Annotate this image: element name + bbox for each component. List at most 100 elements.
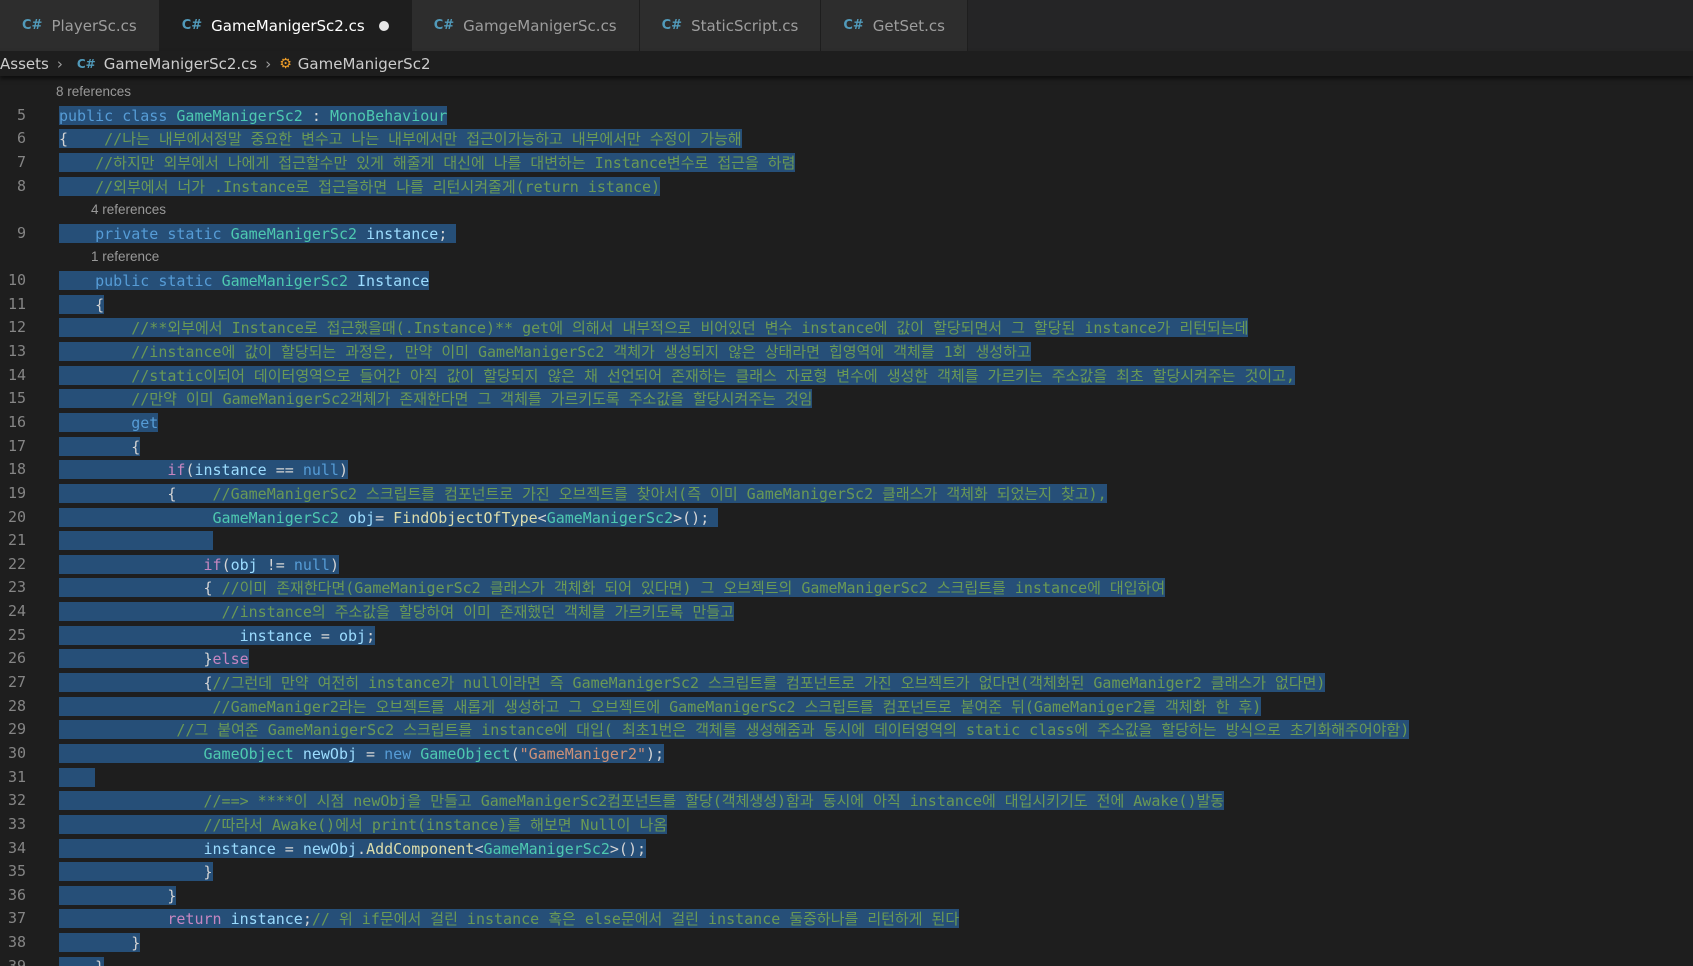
line-number: 15 xyxy=(7,389,26,408)
line-number: 7 xyxy=(16,152,26,171)
code-text: //static이되어 데이터영역으로 들어간 아직 값이 할당되지 않은 채 … xyxy=(59,364,1295,389)
breadcrumb: Assets › C# GameManigerSc2.cs › ⚙ GameMa… xyxy=(0,51,1693,76)
line-number: 25 xyxy=(7,625,26,644)
code-token: //하지만 외부에서 나에게 접근할수만 있게 해줄게 대신에 나를 대변하는 … xyxy=(95,153,796,172)
code-text: { //GameManigerSc2 스크립트를 컴포넌트로 가진 오브젝트를 … xyxy=(59,482,1107,507)
line-number: 26 xyxy=(7,649,26,668)
code-token: instance xyxy=(366,224,439,243)
code-text: //그 붙여준 GameManigerSc2 스크립트를 instance에 대… xyxy=(59,718,1410,743)
code-token: //instance에 값이 할당되는 과정은, 만약 이미 GameManig… xyxy=(131,343,1031,362)
code-token: return xyxy=(167,910,222,929)
tab-1[interactable]: C# GameManigerSc2.cs xyxy=(159,0,412,51)
code-line: 12 //**외부에서 Instance로 접근했을때(.Instance)**… xyxy=(0,316,1693,340)
code-text: }else xyxy=(59,647,249,672)
code-token: static xyxy=(167,224,222,243)
code-text: //외부에서 너가 .Instance로 접근을하면 나를 리턴시켜줄게(ret… xyxy=(59,175,661,200)
code-token: GameManigerSc2 xyxy=(230,224,358,243)
line-number: 12 xyxy=(7,318,26,337)
codelens-references-link[interactable]: 1 reference xyxy=(91,245,159,269)
breadcrumb-symbol[interactable]: GameManigerSc2 xyxy=(298,55,431,73)
line-number: 37 xyxy=(7,909,26,928)
code-token: ; xyxy=(366,626,376,645)
tab-2[interactable]: C# GamgeManigerSc.cs xyxy=(411,0,640,51)
code-text: } xyxy=(59,955,105,966)
breadcrumb-file[interactable]: GameManigerSc2.cs xyxy=(104,55,258,73)
code-token: != xyxy=(257,555,294,574)
editor-tab-bar: C# PlayerSc.cs C# GameManigerSc2.cs C# GamgeM… xyxy=(0,0,1693,51)
line-number: 6 xyxy=(16,129,26,148)
line-number: 21 xyxy=(7,531,26,550)
csharp-icon: C# xyxy=(22,18,43,33)
tab-4[interactable]: C# GetSet.cs xyxy=(821,0,968,51)
code-token: GameManigerSc2 xyxy=(221,272,348,291)
line-number: 9 xyxy=(16,223,26,242)
tab-label: GameManigerSc2.cs xyxy=(211,16,365,35)
code-token: ( xyxy=(221,555,231,574)
code-line: 35 } xyxy=(0,860,1693,884)
code-text: if(obj != null) xyxy=(59,553,339,578)
code-line: 19 { //GameManigerSc2 스크립트를 컴포넌트로 가진 오브젝… xyxy=(0,482,1693,506)
code-token: null xyxy=(302,461,339,480)
line-number: 23 xyxy=(7,578,26,597)
code-text: //instance의 주소값을 할당하여 이미 존재했던 객체를 가르키도록 … xyxy=(59,600,734,625)
line-number: 39 xyxy=(7,956,26,966)
code-token: obj xyxy=(230,555,258,574)
code-token: //그 붙여준 GameManigerSc2 스크립트를 instance에 대… xyxy=(176,721,1410,740)
code-token: //static이되어 데이터영역으로 들어간 아직 값이 할당되지 않은 채 … xyxy=(131,366,1295,385)
code-token: //나는 내부에서정말 중요한 변수고 나는 내부에서만 접근이가능하고 내부에… xyxy=(104,130,742,149)
line-number: 18 xyxy=(7,460,26,479)
code-line: 34 instance = newObj.AddComponent<GameMa… xyxy=(0,837,1693,861)
codelens-references-link[interactable]: 4 references xyxy=(91,198,166,222)
code-token: GameManigerSc2 xyxy=(546,508,674,527)
code-text xyxy=(59,529,213,554)
codelens-references-link[interactable]: 8 references xyxy=(56,80,131,104)
code-line: 11 { xyxy=(0,293,1693,317)
code-editor[interactable]: 8 references 5 public class GameManigerSc2… xyxy=(0,80,1693,966)
unsaved-dot-icon[interactable] xyxy=(378,20,389,31)
tab-0[interactable]: C# PlayerSc.cs xyxy=(0,0,160,51)
breadcrumb-folder[interactable]: Assets xyxy=(0,55,49,73)
codelens-row: 8 references xyxy=(0,80,1693,104)
code-token: ; xyxy=(302,910,312,929)
code-line: 28 //GameManiger2라는 오브젝트를 새롭게 생성하고 그 오브젝… xyxy=(0,695,1693,719)
code-token: if xyxy=(167,461,186,480)
line-number: 20 xyxy=(7,507,26,526)
code-text: //instance에 값이 할당되는 과정은, 만약 이미 GameManig… xyxy=(59,340,1031,365)
code-token: ) xyxy=(338,461,348,480)
code-token: ) xyxy=(329,555,339,574)
tab-3[interactable]: C# StaticScript.cs xyxy=(639,0,822,51)
code-line: 24 //instance의 주소값을 할당하여 이미 존재했던 객체를 가르키… xyxy=(0,600,1693,624)
code-token: //이미 존재한다면(GameManigerSc2 클래스가 객체화 되어 있다… xyxy=(221,579,1166,598)
line-number: 31 xyxy=(7,767,26,786)
code-token: instance xyxy=(230,910,303,929)
line-number: 35 xyxy=(7,862,26,881)
code-token: { xyxy=(59,579,222,598)
code-token: : xyxy=(302,106,330,125)
code-text: //하지만 외부에서 나에게 접근할수만 있게 해줄게 대신에 나를 대변하는 … xyxy=(59,151,796,176)
code-token: { xyxy=(59,437,141,456)
line-number: 34 xyxy=(7,838,26,857)
code-text: } xyxy=(59,860,213,885)
code-line: 18 if(instance == null) xyxy=(0,458,1693,482)
codelens-row: 4 references xyxy=(0,198,1693,222)
code-token: new xyxy=(384,744,412,763)
code-text: instance = obj; xyxy=(59,624,376,649)
code-token: obj xyxy=(338,626,367,645)
csharp-icon: C# xyxy=(843,18,864,33)
